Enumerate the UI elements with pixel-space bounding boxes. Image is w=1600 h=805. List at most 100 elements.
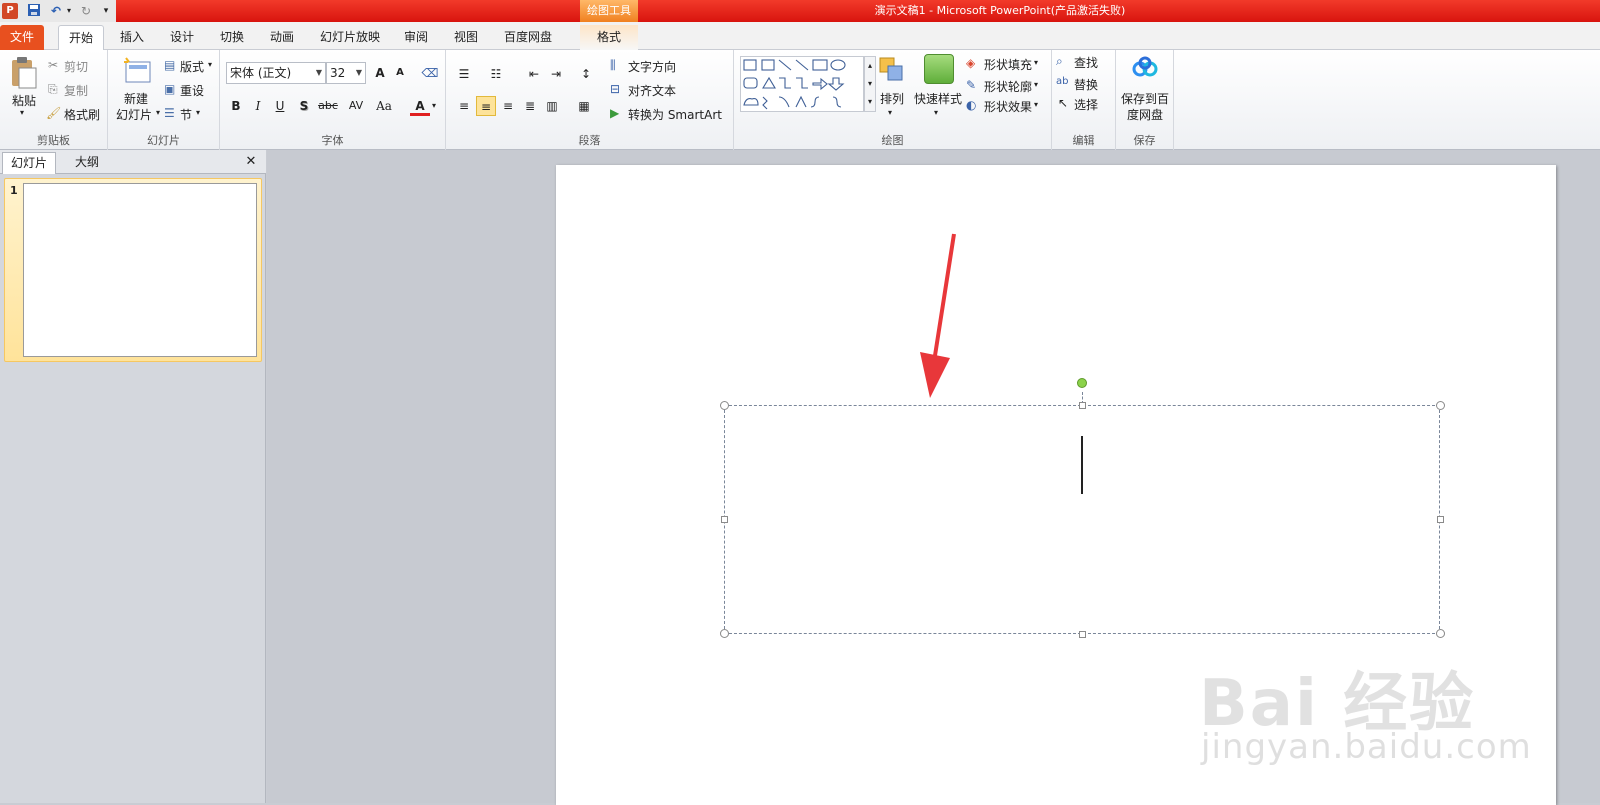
editing-group-label: 编辑 bbox=[1072, 134, 1095, 147]
layout-dropdown-icon[interactable]: ▾ bbox=[208, 60, 212, 69]
powerpoint-app-icon[interactable]: P bbox=[2, 3, 18, 19]
customize-qat-icon[interactable]: ▾ bbox=[100, 3, 112, 19]
columns-icon[interactable]: ▦ bbox=[574, 96, 594, 116]
save-icon[interactable] bbox=[26, 3, 42, 19]
align-right-icon[interactable]: ≡ bbox=[498, 96, 518, 116]
gallery-more-icon[interactable]: ▴ ▾ ▾ bbox=[864, 56, 876, 112]
tab-format[interactable]: 格式 bbox=[580, 25, 638, 50]
align-left-icon[interactable]: ≡ bbox=[454, 96, 474, 116]
resize-handle-top-right[interactable] bbox=[1436, 401, 1445, 410]
tab-animations[interactable]: 动画 bbox=[262, 25, 302, 50]
undo-dropdown-icon[interactable]: ▾ bbox=[64, 3, 74, 19]
align-center-icon[interactable]: ≡ bbox=[476, 96, 496, 116]
slide-canvas[interactable]: Bai 经验 jingyan.baidu.com bbox=[556, 165, 1556, 805]
new-slide-icon[interactable] bbox=[122, 56, 152, 86]
line-spacing-icon[interactable]: ↕ bbox=[576, 64, 596, 84]
new-slide-dropdown-icon[interactable]: ▾ bbox=[156, 108, 160, 117]
resize-handle-bottom-right[interactable] bbox=[1436, 629, 1445, 638]
replace-button[interactable]: 替换 bbox=[1074, 76, 1098, 93]
section-button[interactable]: 节 bbox=[180, 106, 192, 123]
strikethrough-button[interactable]: abc bbox=[316, 96, 340, 116]
font-size-value: 32 bbox=[330, 66, 346, 80]
tab-slides[interactable]: 幻灯片 bbox=[2, 152, 56, 174]
text-box-placeholder[interactable] bbox=[724, 405, 1440, 634]
tab-transitions[interactable]: 切换 bbox=[212, 25, 252, 50]
resize-handle-top-left[interactable] bbox=[720, 401, 729, 410]
align-text-button[interactable]: 对齐文本 bbox=[628, 82, 676, 99]
shape-effects-button[interactable]: 形状效果 bbox=[984, 98, 1032, 115]
find-button[interactable]: 查找 bbox=[1074, 54, 1098, 71]
shape-outline-dropdown-icon[interactable]: ▾ bbox=[1034, 80, 1038, 89]
distributed-icon[interactable]: ▥ bbox=[542, 96, 562, 116]
baidu-cloud-icon[interactable] bbox=[1131, 56, 1159, 80]
section-dropdown-icon[interactable]: ▾ bbox=[196, 108, 200, 117]
quick-styles-button[interactable]: 快速样式 bbox=[914, 90, 962, 107]
arrange-button[interactable]: 排列 bbox=[880, 90, 904, 107]
convert-smartart-button[interactable]: 转换为 SmartArt bbox=[628, 106, 722, 123]
resize-handle-bottom[interactable] bbox=[1079, 631, 1086, 638]
grow-font-button[interactable]: A bbox=[370, 63, 390, 83]
resize-handle-bottom-left[interactable] bbox=[720, 629, 729, 638]
paste-icon[interactable] bbox=[10, 56, 38, 90]
clear-formatting-icon[interactable]: ⌫ bbox=[420, 63, 440, 83]
tab-baidu-netdisk[interactable]: 百度网盘 bbox=[496, 25, 560, 50]
bold-button[interactable]: B bbox=[226, 96, 246, 116]
tab-slideshow[interactable]: 幻灯片放映 bbox=[312, 25, 388, 50]
tab-insert[interactable]: 插入 bbox=[112, 25, 152, 50]
tab-outline[interactable]: 大纲 bbox=[60, 152, 114, 174]
resize-handle-top[interactable] bbox=[1079, 402, 1086, 409]
tab-view[interactable]: 视图 bbox=[446, 25, 486, 50]
cut-button[interactable]: 剪切 bbox=[64, 58, 88, 75]
underline-button[interactable]: U bbox=[270, 96, 290, 116]
char-spacing-button[interactable]: AV bbox=[344, 96, 368, 116]
reset-button[interactable]: 重设 bbox=[180, 82, 204, 99]
slide-thumbnail[interactable] bbox=[23, 183, 257, 357]
editing-group: ⌕ 查找 ab 替换 ↖ 选择 编辑 bbox=[1052, 50, 1116, 150]
shrink-font-button[interactable]: A bbox=[390, 63, 410, 83]
ribbon-tabs: 文件 开始 插入 设计 切换 动画 幻灯片放映 审阅 视图 百度网盘 格式 bbox=[0, 22, 1600, 50]
rotation-handle[interactable] bbox=[1077, 378, 1087, 388]
shadow-button[interactable]: S bbox=[294, 96, 314, 116]
shape-fill-dropdown-icon[interactable]: ▾ bbox=[1034, 58, 1038, 67]
quick-styles-icon[interactable] bbox=[924, 54, 954, 84]
format-painter-button[interactable]: 格式刷 bbox=[64, 106, 100, 123]
change-case-button[interactable]: Aa bbox=[372, 96, 396, 116]
font-color-dropdown-icon[interactable]: ▾ bbox=[428, 96, 440, 116]
arrange-icon[interactable] bbox=[878, 56, 906, 84]
tab-file[interactable]: 文件 bbox=[0, 25, 44, 50]
font-name-combo[interactable]: 宋体 (正文) ▼ bbox=[226, 62, 326, 84]
select-button[interactable]: 选择 bbox=[1074, 96, 1098, 113]
copy-button[interactable]: 复制 bbox=[64, 82, 88, 99]
font-size-combo[interactable]: 32 ▼ bbox=[326, 62, 366, 84]
arrange-dropdown-icon[interactable]: ▾ bbox=[888, 108, 892, 117]
font-color-button[interactable]: A bbox=[410, 96, 430, 116]
italic-button[interactable]: I bbox=[248, 96, 268, 116]
close-icon[interactable]: ✕ bbox=[240, 152, 262, 174]
new-slide-label-1[interactable]: 新建 bbox=[124, 90, 148, 107]
increase-indent-icon[interactable]: ⇥ bbox=[546, 64, 566, 84]
resize-handle-left[interactable] bbox=[721, 516, 728, 523]
save-to-baidu-line2[interactable]: 度网盘 bbox=[1127, 106, 1163, 123]
text-direction-button[interactable]: 文字方向 bbox=[628, 58, 676, 75]
new-slide-label-2[interactable]: 幻灯片 bbox=[116, 106, 152, 123]
decrease-indent-icon[interactable]: ⇤ bbox=[524, 64, 544, 84]
paste-button[interactable]: 粘贴 bbox=[12, 92, 36, 109]
tab-design[interactable]: 设计 bbox=[162, 25, 202, 50]
shapes-gallery[interactable] bbox=[740, 56, 864, 112]
numbering-icon[interactable]: ☷ bbox=[486, 64, 506, 84]
justify-icon[interactable]: ≣ bbox=[520, 96, 540, 116]
save-to-baidu-line1[interactable]: 保存到百 bbox=[1121, 90, 1169, 107]
shape-effects-dropdown-icon[interactable]: ▾ bbox=[1034, 100, 1038, 109]
bullets-icon[interactable]: ☰ bbox=[454, 64, 474, 84]
redo-icon[interactable]: ↻ bbox=[78, 3, 94, 19]
paste-dropdown-icon[interactable]: ▾ bbox=[20, 108, 24, 117]
undo-icon[interactable]: ↶ bbox=[48, 3, 64, 19]
tab-home[interactable]: 开始 bbox=[58, 25, 104, 50]
slide-thumbnail-selected[interactable]: 1 bbox=[4, 178, 262, 362]
resize-handle-right[interactable] bbox=[1437, 516, 1444, 523]
tab-review[interactable]: 审阅 bbox=[396, 25, 436, 50]
layout-button[interactable]: 版式 bbox=[180, 58, 204, 75]
shape-outline-button[interactable]: 形状轮廓 bbox=[984, 78, 1032, 95]
quick-styles-dropdown-icon[interactable]: ▾ bbox=[934, 108, 938, 117]
shape-fill-button[interactable]: 形状填充 bbox=[984, 56, 1032, 73]
